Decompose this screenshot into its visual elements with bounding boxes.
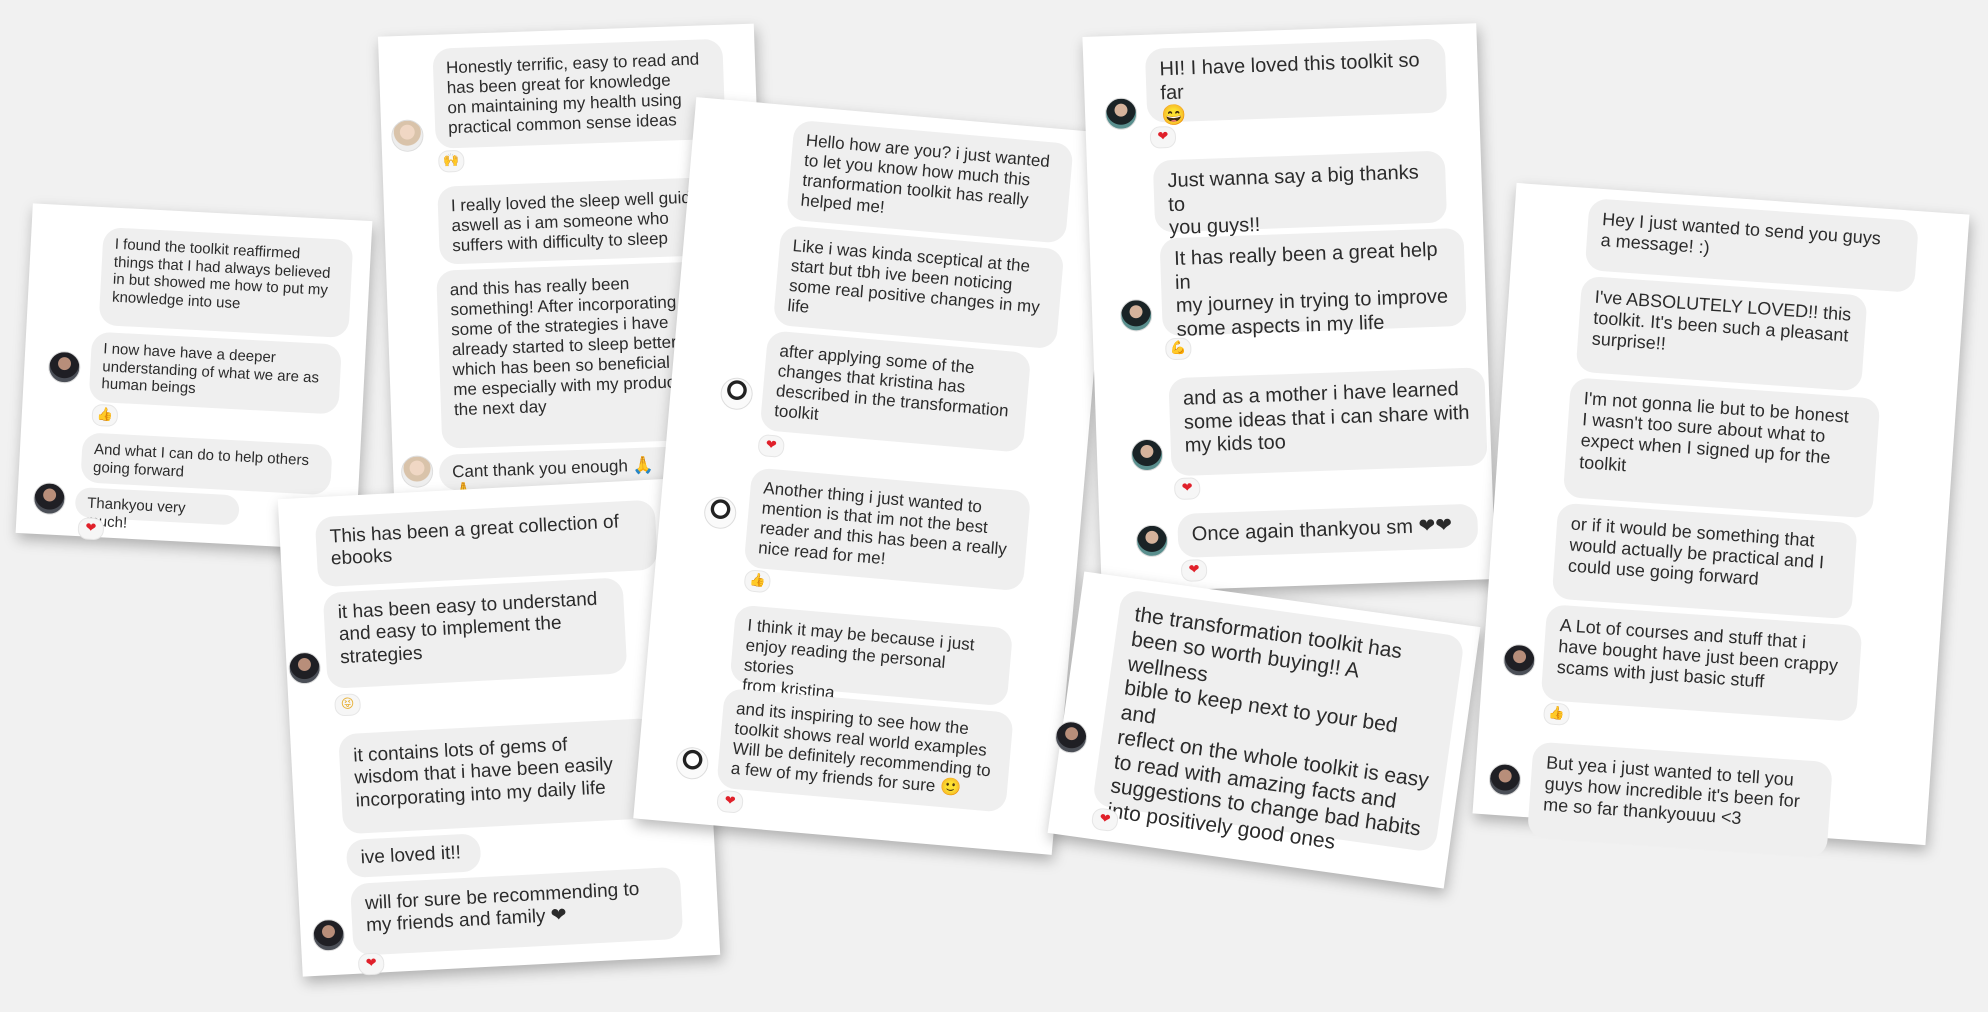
avatar — [311, 918, 346, 953]
muscle-reaction: 💪 — [1164, 337, 1192, 361]
avatar — [702, 495, 738, 531]
message-bubble: I've ABSOLUTELY LOVED!! this toolkit. It… — [1575, 275, 1868, 392]
message-bubble: the transformation toolkit has been so w… — [1091, 588, 1465, 854]
heart-reaction: ❤ — [716, 789, 744, 814]
message-bubble: it contains lots of gems of wisdom that … — [338, 717, 661, 835]
message-bubble: after applying some of the changes that … — [759, 330, 1032, 453]
avatar — [1135, 524, 1169, 558]
avatar — [1502, 643, 1537, 678]
message-bubble: I'm not gonna lie but to be honest I was… — [1562, 377, 1881, 519]
avatar — [1119, 298, 1153, 332]
heart-reaction: ❤ — [357, 952, 385, 976]
thumbs-up-reaction: 👍 — [91, 403, 119, 428]
message-bubble: This has been a great collection of eboo… — [314, 499, 658, 588]
message-bubble: HI! I have loved this toolkit so far 😄 — [1144, 38, 1448, 128]
avatar — [390, 119, 424, 153]
message-bubble: A Lot of courses and stuff that i have b… — [1540, 604, 1863, 722]
message-bubble: I now have have a deeper understanding o… — [88, 331, 342, 415]
message-bubble: I really loved the sleep well guide aswe… — [437, 177, 716, 265]
avatar — [719, 376, 754, 412]
avatar — [1130, 438, 1164, 472]
avatar — [674, 745, 710, 781]
message-bubble: ive loved it!! — [345, 833, 482, 879]
message-bubble: And what I can do to help others going f… — [80, 432, 333, 496]
avatar — [1104, 97, 1138, 131]
message-bubble: It has really been a great help in my jo… — [1159, 227, 1467, 341]
review-card-6: the transformation toolkit has been so w… — [1047, 571, 1481, 889]
message-bubble: Hello how are you? i just wanted to let … — [786, 119, 1074, 244]
heart-reaction: ❤ — [757, 433, 786, 459]
tongue-face-reaction: 😝 — [334, 693, 362, 717]
heart-reaction: ❤ — [1149, 125, 1177, 149]
message-bubble: and its inspiring to see how the toolkit… — [716, 687, 1014, 813]
message-bubble: But yea i just wanted to tell you guys h… — [1526, 741, 1833, 859]
avatar — [400, 455, 434, 489]
raised-hands-reaction: 🙌 — [437, 149, 465, 173]
message-bubble: Once again thankyou sm ❤❤ — [1177, 503, 1479, 559]
thumbs-up-reaction: 👍 — [1542, 702, 1571, 726]
message-bubble: and as a mother i have learned some idea… — [1168, 367, 1488, 477]
thumbs-up-reaction: 👍 — [743, 569, 772, 594]
heart-reaction: ❤ — [1180, 559, 1208, 582]
avatar — [287, 651, 322, 685]
message-bubble: Just wanna say a big thanks to you guys!… — [1152, 150, 1448, 239]
avatar — [1487, 762, 1523, 797]
message-bubble: or if it would be something that would a… — [1551, 502, 1858, 620]
heart-reaction: ❤ — [1173, 477, 1201, 501]
message-bubble: I found the toolkit reaffirmed things th… — [98, 227, 354, 339]
message-bubble: Another thing i just wanted to mention i… — [743, 467, 1032, 592]
avatar — [47, 350, 82, 385]
heart-reaction: ❤ — [77, 517, 105, 541]
message-bubble: it has been easy to understand and easy … — [322, 577, 628, 689]
review-card-5: HI! I have loved this toolkit so far 😄 ❤… — [1082, 23, 1496, 593]
message-bubble: Like i was kinda sceptical at the start … — [772, 224, 1065, 350]
message-bubble: Honestly terrific, easy to read and has … — [432, 38, 726, 149]
message-bubble: will for sure be recommending to my frie… — [350, 866, 684, 956]
review-card-7: Hey I just wanted to send you guys a mes… — [1472, 182, 1970, 859]
avatar — [32, 481, 67, 516]
review-card-4: Hello how are you? i just wanted to let … — [633, 97, 1115, 855]
